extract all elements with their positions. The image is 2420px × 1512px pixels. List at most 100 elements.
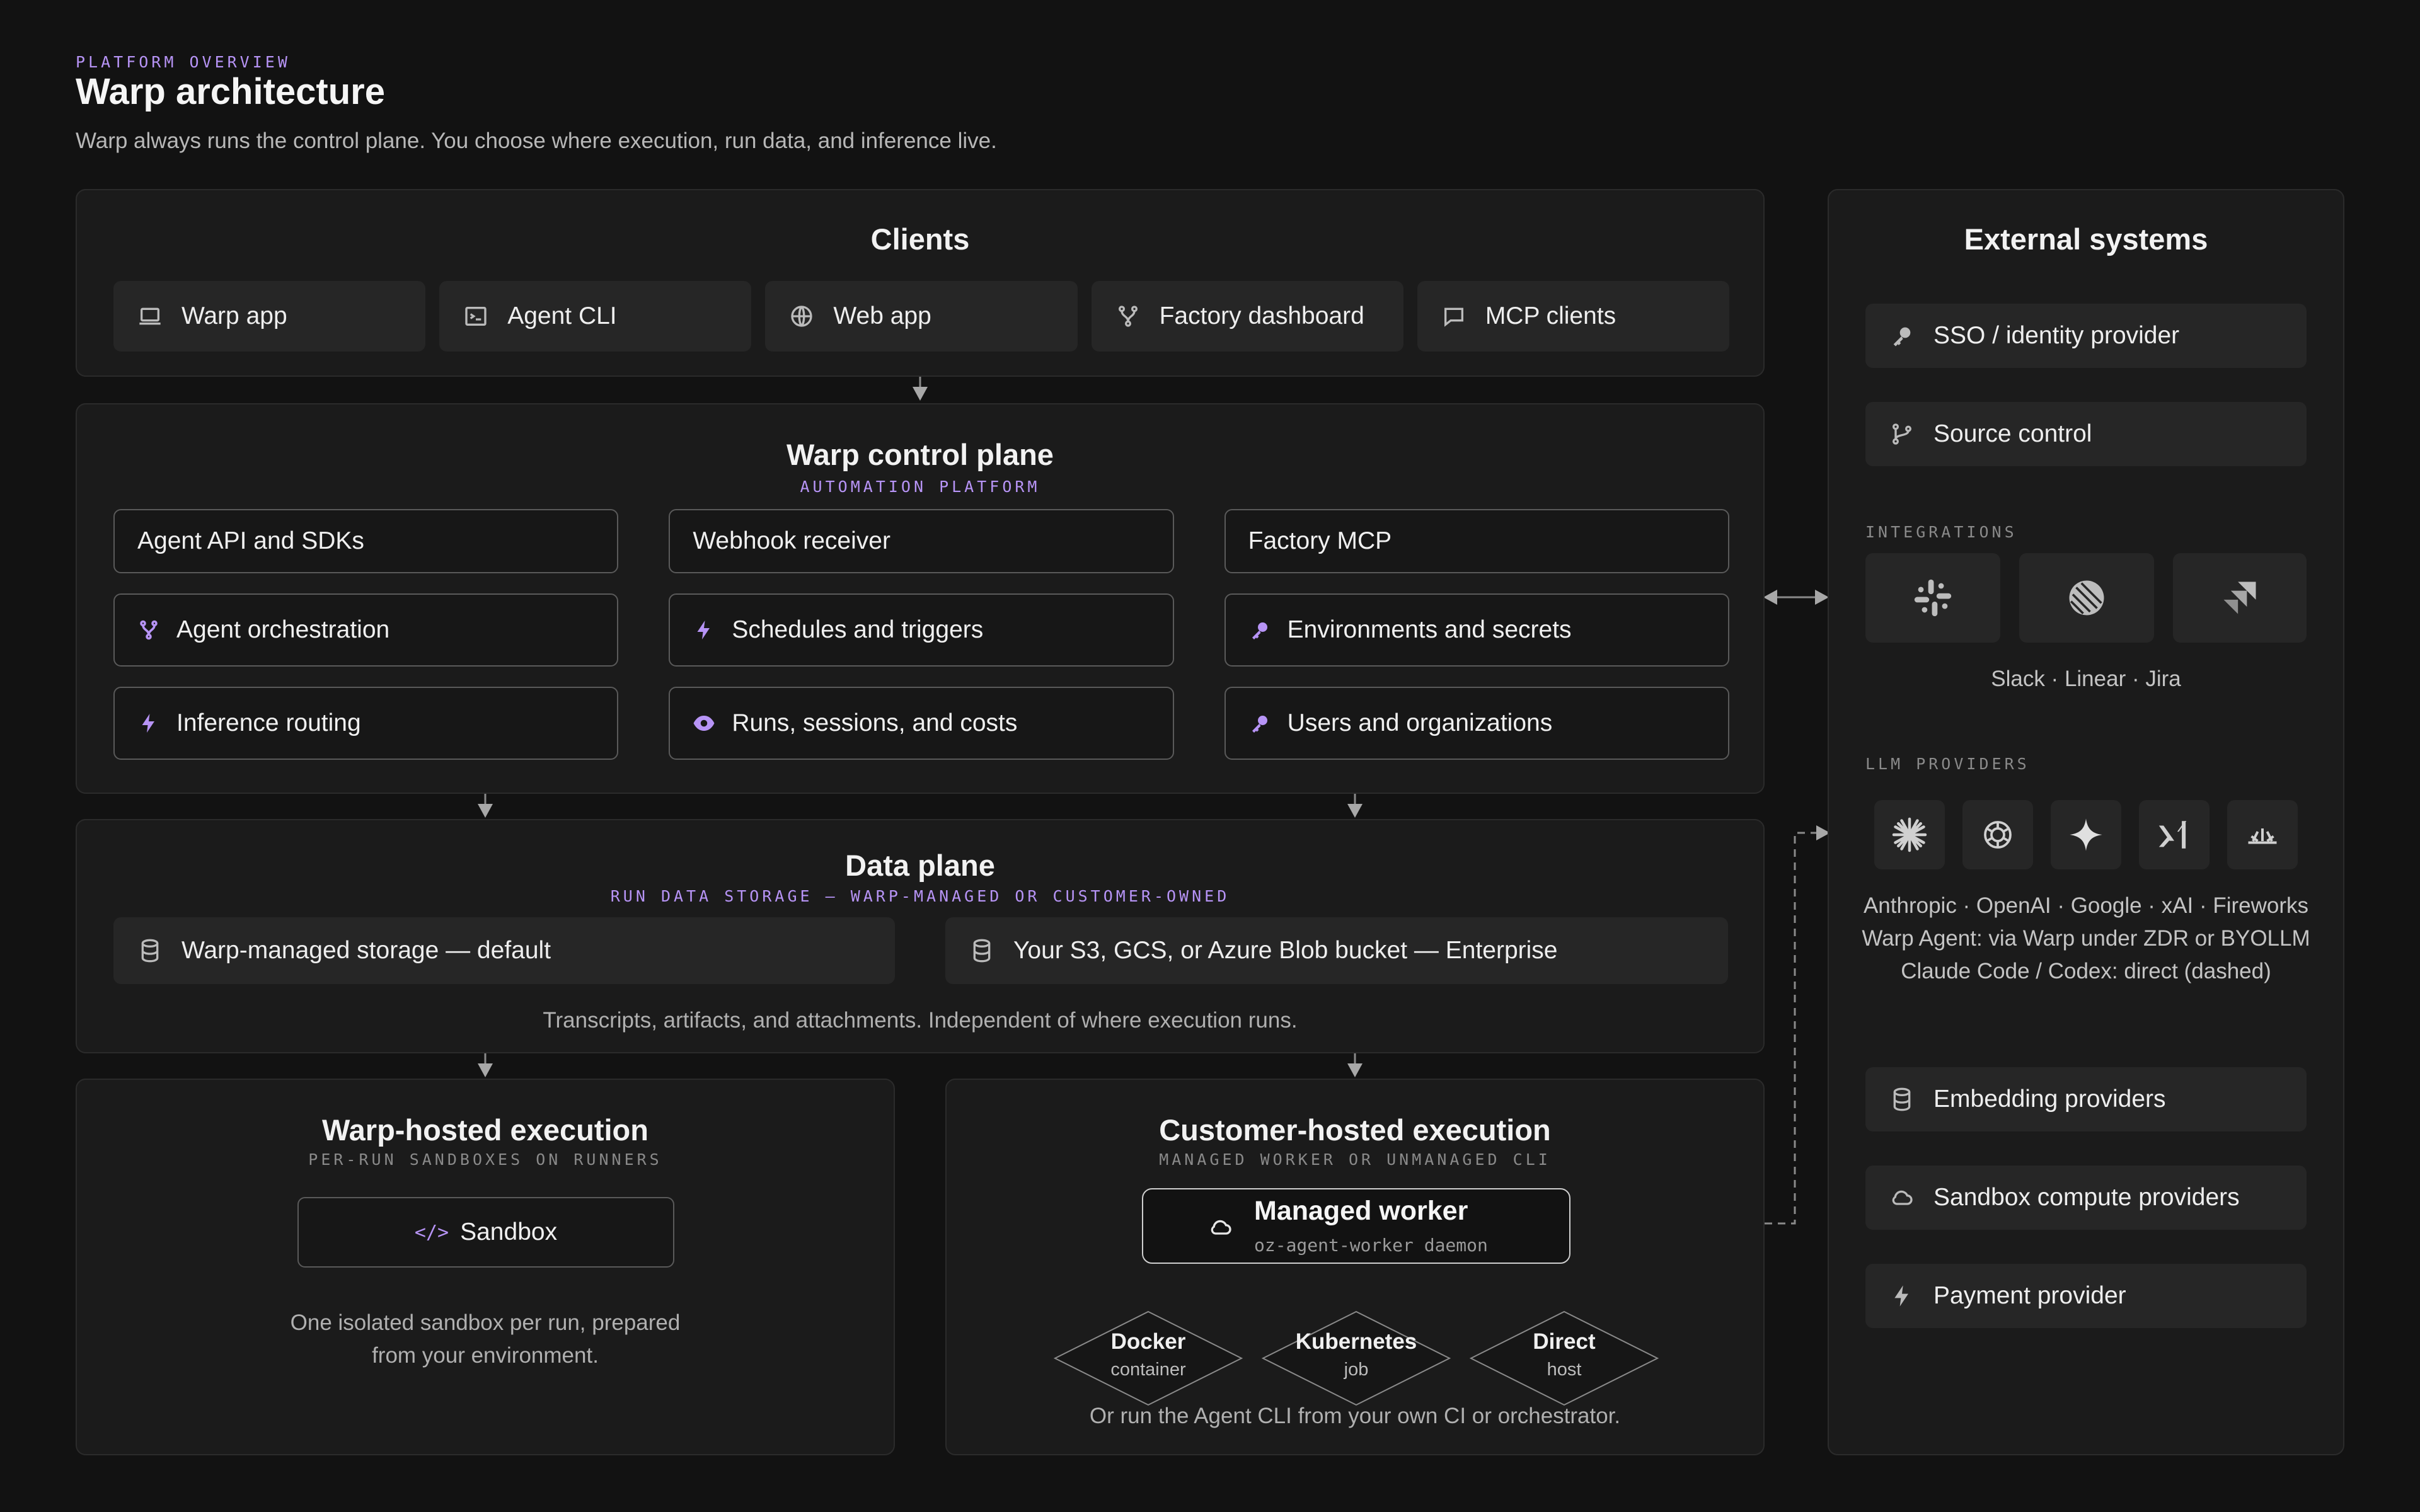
clients-title: Clients bbox=[870, 222, 970, 256]
openai-logo-icon[interactable] bbox=[1962, 800, 2033, 869]
customer-hosted-subtitle: MANAGED WORKER OR UNMANAGED CLI bbox=[1159, 1150, 1551, 1169]
control-plane-subtitle: AUTOMATION PLATFORM bbox=[800, 478, 1040, 496]
page-title: Warp architecture bbox=[76, 71, 385, 112]
storage-warp-managed[interactable]: Warp-managed storage — default bbox=[113, 917, 895, 984]
cp-schedules-triggers[interactable]: Schedules and triggers bbox=[669, 593, 1174, 667]
data-plane-panel: Data plane RUN DATA STORAGE — WARP-MANAG… bbox=[76, 819, 1765, 1053]
warp-hosted-title: Warp-hosted execution bbox=[322, 1113, 648, 1147]
chat-icon bbox=[1441, 304, 1466, 329]
linear-logo-icon[interactable] bbox=[2019, 553, 2154, 643]
code-icon: </> bbox=[414, 1221, 449, 1244]
ext-label: Source control bbox=[1933, 420, 2092, 447]
cp-label: Agent API and SDKs bbox=[137, 527, 364, 554]
arrow-data-to-warp-hosted bbox=[478, 1053, 493, 1077]
git-branch-icon bbox=[1889, 421, 1915, 447]
ext-embedding-providers[interactable]: Embedding providers bbox=[1865, 1067, 2307, 1131]
ext-source-control[interactable]: Source control bbox=[1865, 402, 2307, 466]
diamond-shape bbox=[1054, 1310, 1243, 1406]
clients-row: Warp app Agent CLI Web app Factory dashb… bbox=[113, 281, 1730, 352]
cp-agent-api-sdks[interactable]: Agent API and SDKs bbox=[113, 509, 619, 573]
storage-label: Your S3, GCS, or Azure Blob bucket — Ent… bbox=[1013, 937, 1558, 964]
client-mcp-clients[interactable]: MCP clients bbox=[1417, 281, 1730, 352]
ext-label: Embedding providers bbox=[1933, 1085, 2166, 1113]
diamond-shape bbox=[1470, 1310, 1659, 1406]
target-kubernetes: Kubernetes job bbox=[1262, 1310, 1451, 1406]
key-icon bbox=[1889, 323, 1915, 348]
client-label: Warp app bbox=[182, 302, 287, 329]
arrow-control-to-data-left bbox=[478, 794, 493, 818]
ext-sso-identity-provider[interactable]: SSO / identity provider bbox=[1865, 304, 2307, 368]
client-factory-dashboard[interactable]: Factory dashboard bbox=[1091, 281, 1403, 352]
client-label: Web app bbox=[833, 302, 931, 329]
sandbox-box[interactable]: </> Sandbox bbox=[297, 1197, 674, 1268]
cp-webhook-receiver[interactable]: Webhook receiver bbox=[669, 509, 1174, 573]
ext-payment-provider[interactable]: Payment provider bbox=[1865, 1264, 2307, 1328]
diamond-shape bbox=[1262, 1310, 1451, 1406]
fireworks-logo-icon[interactable] bbox=[2227, 800, 2298, 869]
cp-users-organizations[interactable]: Users and organizations bbox=[1224, 687, 1729, 760]
control-plane-title: Warp control plane bbox=[786, 438, 1054, 471]
cp-inference-routing[interactable]: Inference routing bbox=[113, 687, 619, 760]
xai-logo-icon[interactable] bbox=[2139, 800, 2210, 869]
dashed-arrow-customer-to-llm bbox=[1765, 825, 1830, 1225]
anthropic-logo-icon[interactable] bbox=[1874, 800, 1945, 869]
client-warp-app[interactable]: Warp app bbox=[113, 281, 426, 352]
client-web-app[interactable]: Web app bbox=[765, 281, 1078, 352]
warp-hosted-note-line-2: from your environment. bbox=[372, 1343, 599, 1368]
cp-runs-sessions-costs[interactable]: Runs, sessions, and costs bbox=[669, 687, 1174, 760]
bolt-icon bbox=[1889, 1283, 1915, 1309]
warp-hosted-note: One isolated sandbox per run, prepared f… bbox=[77, 1307, 894, 1372]
managed-worker-subtitle: oz-agent-worker daemon bbox=[1254, 1235, 1488, 1256]
arrow-control-external-bidirectional bbox=[1763, 590, 1829, 605]
cp-agent-orchestration[interactable]: Agent orchestration bbox=[113, 593, 619, 667]
target-direct: Direct host bbox=[1470, 1310, 1659, 1406]
customer-hosted-note: Or run the Agent CLI from your own CI or… bbox=[1089, 1404, 1621, 1428]
client-label: Factory dashboard bbox=[1159, 302, 1364, 329]
cp-factory-mcp[interactable]: Factory MCP bbox=[1224, 509, 1729, 573]
clients-panel: Clients Warp app Agent CLI Web app Facto… bbox=[76, 189, 1765, 377]
git-fork-icon bbox=[137, 619, 160, 641]
cp-environments-secrets[interactable]: Environments and secrets bbox=[1224, 593, 1729, 667]
external-systems-title: External systems bbox=[1964, 222, 2208, 256]
managed-worker-box[interactable]: Managed worker oz-agent-worker daemon bbox=[1142, 1188, 1570, 1264]
ext-label: Payment provider bbox=[1933, 1282, 2126, 1309]
cp-label: Environments and secrets bbox=[1287, 616, 1572, 643]
external-systems-panel: External systems SSO / identity provider… bbox=[1828, 189, 2344, 1455]
cp-label: Webhook receiver bbox=[693, 527, 890, 554]
google-logo-icon[interactable] bbox=[2051, 800, 2121, 869]
slack-logo-icon[interactable] bbox=[1865, 553, 2000, 643]
target-subtitle: host bbox=[1547, 1360, 1582, 1380]
target-subtitle: container bbox=[1110, 1360, 1186, 1380]
client-agent-cli[interactable]: Agent CLI bbox=[439, 281, 752, 352]
laptop-icon bbox=[137, 304, 163, 329]
storage-customer-bucket[interactable]: Your S3, GCS, or Azure Blob bucket — Ent… bbox=[945, 917, 1728, 984]
integrations-caption: Slack · Linear · Jira bbox=[1991, 667, 2181, 691]
sandbox-label: Sandbox bbox=[460, 1218, 558, 1246]
eye-icon bbox=[693, 712, 715, 735]
llm-captions: Anthropic · OpenAI · Google · xAI · Fire… bbox=[1829, 890, 2343, 988]
target-title: Kubernetes bbox=[1295, 1329, 1417, 1354]
managed-worker-title: Managed worker bbox=[1254, 1196, 1468, 1226]
data-plane-note: Transcripts, artifacts, and attachments.… bbox=[543, 1008, 1298, 1033]
jira-logo-icon[interactable] bbox=[2173, 553, 2307, 643]
storage-label: Warp-managed storage — default bbox=[182, 937, 551, 964]
client-label: Agent CLI bbox=[507, 302, 617, 329]
cp-label: Users and organizations bbox=[1287, 709, 1553, 736]
globe-icon bbox=[789, 304, 814, 329]
warp-hosted-panel: Warp-hosted execution PER-RUN SANDBOXES … bbox=[76, 1079, 895, 1455]
git-fork-icon bbox=[1115, 304, 1141, 329]
integrations-label: INTEGRATIONS bbox=[1865, 523, 2017, 541]
arrow-control-to-data-right bbox=[1347, 794, 1363, 818]
database-icon bbox=[1889, 1087, 1915, 1112]
target-subtitle: job bbox=[1344, 1360, 1369, 1380]
llm-providers-row bbox=[1874, 800, 2309, 869]
llm-caption-direct: Claude Code / Codex: direct (dashed) bbox=[1901, 959, 2271, 983]
ext-sandbox-compute-providers[interactable]: Sandbox compute providers bbox=[1865, 1166, 2307, 1230]
bolt-icon bbox=[693, 619, 715, 641]
llm-caption-warp-agent: Warp Agent: via Warp under ZDR or BYOLLM bbox=[1862, 926, 2310, 951]
control-plane-grid: Agent API and SDKs Webhook receiver Fact… bbox=[113, 509, 1729, 760]
page-eyebrow: PLATFORM OVERVIEW bbox=[76, 53, 291, 71]
ext-label: Sandbox compute providers bbox=[1933, 1184, 2240, 1211]
data-plane-subtitle: RUN DATA STORAGE — WARP-MANAGED OR CUSTO… bbox=[610, 887, 1230, 905]
key-icon bbox=[1248, 712, 1271, 735]
